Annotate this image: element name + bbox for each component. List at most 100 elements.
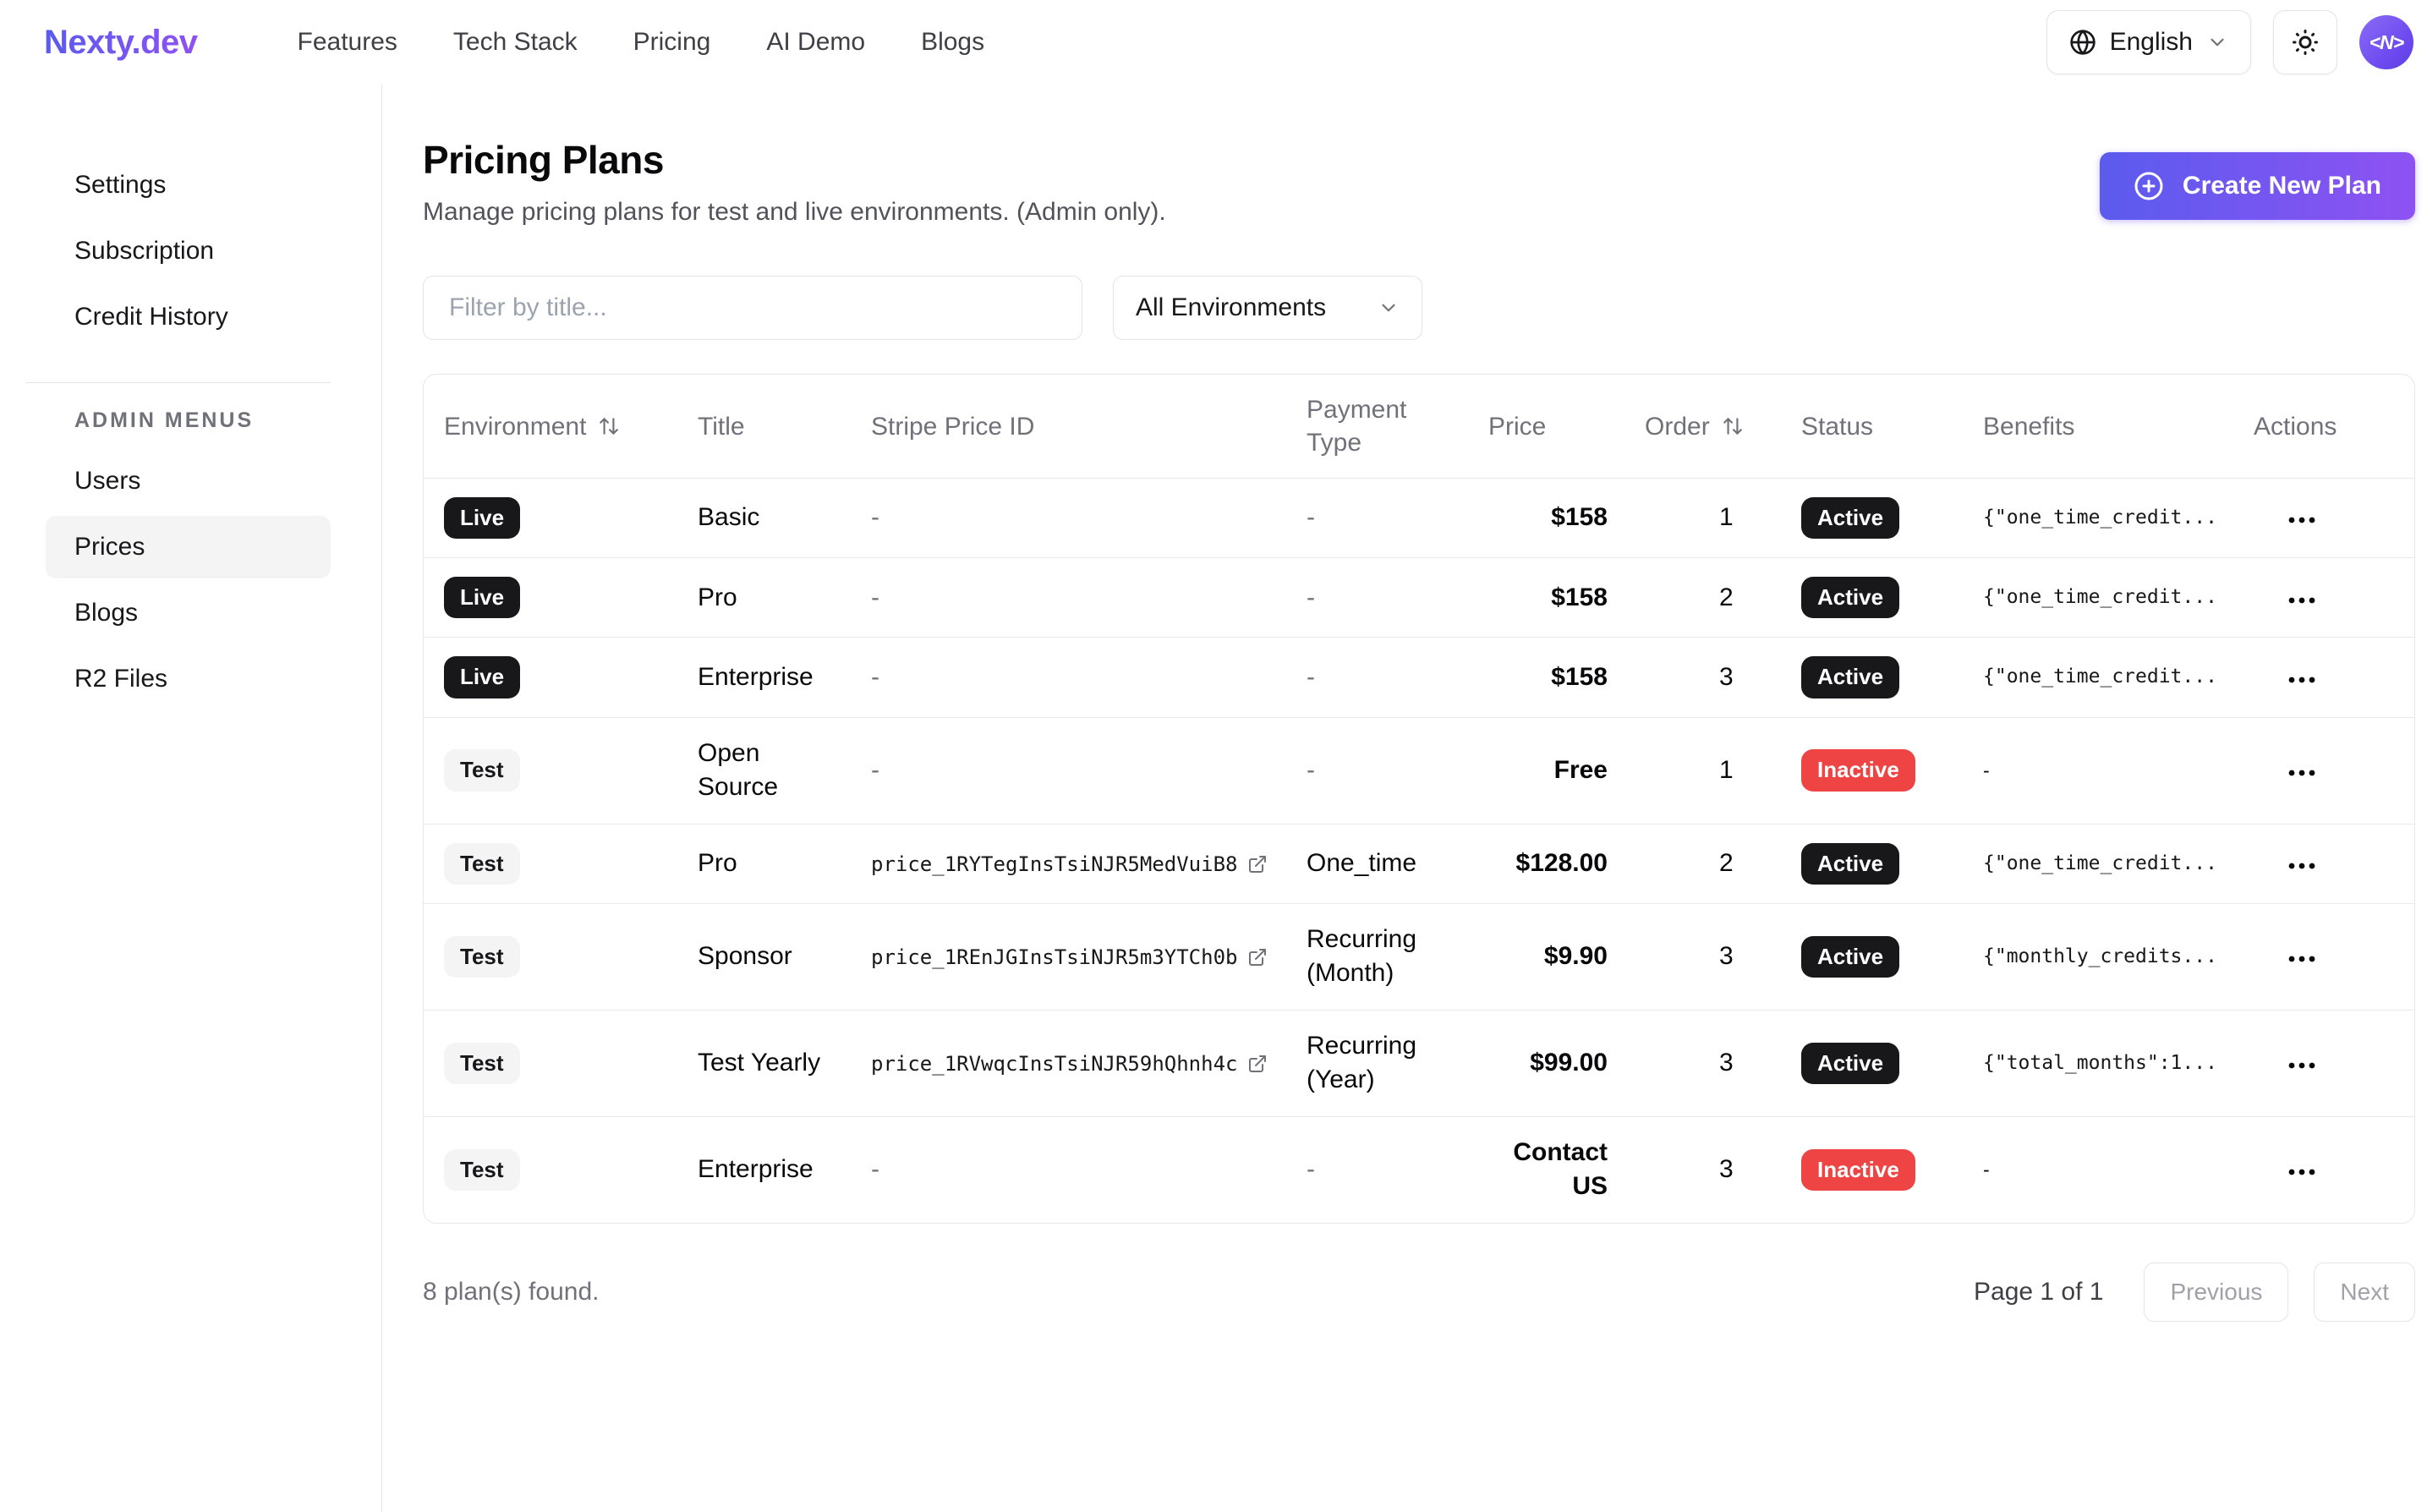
status-badge: Inactive <box>1801 1149 1915 1191</box>
nav-item-pricing[interactable]: Pricing <box>633 28 711 57</box>
theme-toggle-button[interactable] <box>2273 10 2337 74</box>
plan-title-cell: Enterprise <box>677 1116 851 1223</box>
nav-item-blogs[interactable]: Blogs <box>921 28 984 57</box>
status-badge: Inactive <box>1801 749 1915 791</box>
price-cell: $99.00 <box>1468 1010 1624 1116</box>
topbar: Nexty.dev Features Tech Stack Pricing AI… <box>0 0 2427 85</box>
payment-type-cell: One_time <box>1286 824 1468 903</box>
price-cell: Free <box>1468 717 1624 824</box>
page-title: Pricing Plans <box>423 137 1166 183</box>
plans-table-card: Environment Title Stripe Price ID Paymen… <box>423 374 2415 1224</box>
order-cell: 3 <box>1624 903 1781 1010</box>
stripe-price-id-cell: price_1RVwqcInsTsiNJR59hQhnh4c <box>871 1050 1237 1077</box>
previous-page-button[interactable]: Previous <box>2144 1263 2288 1322</box>
sidebar-divider <box>25 382 331 383</box>
environment-badge: Live <box>444 656 520 698</box>
row-actions-button[interactable] <box>2281 856 2323 876</box>
external-link-icon[interactable] <box>1247 947 1268 967</box>
table-row: Test Enterprise - - Contact US 3 Inactiv… <box>424 1116 2415 1223</box>
price-cell: $9.90 <box>1468 903 1624 1010</box>
page-subtitle: Manage pricing plans for test and live e… <box>423 198 1166 227</box>
plan-title-cell: Pro <box>677 558 851 638</box>
external-link-icon[interactable] <box>1247 854 1268 874</box>
filter-by-title-input[interactable] <box>423 276 1082 340</box>
sidebar-item-users[interactable]: Users <box>46 450 331 512</box>
create-new-plan-button[interactable]: Create New Plan <box>2100 152 2415 220</box>
stripe-price-id-cell: - <box>871 503 879 531</box>
sidebar-item-subscription[interactable]: Subscription <box>46 220 331 282</box>
row-actions-button[interactable] <box>2281 670 2323 690</box>
column-header-payment-type: Payment Type <box>1286 375 1468 479</box>
sidebar-section-label: ADMIN MENUS <box>74 408 381 433</box>
column-header-status: Status <box>1781 375 1963 479</box>
sidebar-item-credit-history[interactable]: Credit History <box>46 286 331 348</box>
environment-badge: Live <box>444 577 520 618</box>
environment-badge: Test <box>444 936 520 978</box>
status-badge: Active <box>1801 936 1899 978</box>
environment-select-value: All Environments <box>1136 293 1326 322</box>
price-cell: $158 <box>1468 558 1624 638</box>
sidebar-item-r2-files[interactable]: R2 Files <box>46 648 331 710</box>
benefits-cell: {"total_months":1... <box>1963 1010 2233 1116</box>
page-info: Page 1 of 1 <box>1974 1278 2103 1307</box>
column-header-title: Title <box>677 375 851 479</box>
status-badge: Active <box>1801 1043 1899 1084</box>
nav-item-tech-stack[interactable]: Tech Stack <box>453 28 578 57</box>
app-window: Nexty.dev Features Tech Stack Pricing AI… <box>0 0 2427 1512</box>
benefits-cell: - <box>1963 717 2233 824</box>
stripe-price-id-cell: - <box>871 1155 879 1183</box>
brand-logo[interactable]: Nexty.dev <box>44 24 198 62</box>
sidebar-item-prices[interactable]: Prices <box>46 516 331 578</box>
order-cell: 2 <box>1624 558 1781 638</box>
sidebar-item-blogs[interactable]: Blogs <box>46 582 331 644</box>
price-cell: $158 <box>1468 479 1624 558</box>
avatar[interactable]: <N> <box>2359 15 2413 69</box>
plan-title-cell: Basic <box>677 479 851 558</box>
sort-icon <box>598 415 620 437</box>
row-actions-button[interactable] <box>2281 510 2323 530</box>
row-actions-button[interactable] <box>2281 763 2323 783</box>
environment-badge: Test <box>444 843 520 885</box>
order-cell: 1 <box>1624 479 1781 558</box>
environment-badge: Live <box>444 497 520 539</box>
plan-title-cell: Enterprise <box>677 638 851 717</box>
globe-icon <box>2069 29 2096 56</box>
chevron-down-icon <box>1378 297 1400 319</box>
next-page-button[interactable]: Next <box>2314 1263 2415 1322</box>
environment-select[interactable]: All Environments <box>1113 276 1422 340</box>
payment-type-cell: - <box>1307 503 1315 531</box>
payment-type-cell: - <box>1307 663 1315 691</box>
stripe-price-id-cell: - <box>871 663 879 691</box>
row-actions-button[interactable] <box>2281 1055 2323 1076</box>
nav-item-ai-demo[interactable]: AI Demo <box>766 28 865 57</box>
plans-table: Environment Title Stripe Price ID Paymen… <box>424 375 2415 1223</box>
environment-badge: Test <box>444 1043 520 1084</box>
plan-title-cell: Sponsor <box>677 903 851 1010</box>
row-actions-button[interactable] <box>2281 1162 2323 1182</box>
status-badge: Active <box>1801 843 1899 885</box>
benefits-cell: {"one_time_credit... <box>1963 479 2233 558</box>
order-cell: 3 <box>1624 1116 1781 1223</box>
column-header-price: Price <box>1468 375 1624 479</box>
language-selector-button[interactable]: English <box>2046 10 2251 74</box>
order-cell: 1 <box>1624 717 1781 824</box>
status-badge: Active <box>1801 577 1899 618</box>
row-actions-button[interactable] <box>2281 949 2323 969</box>
price-cell: $128.00 <box>1468 824 1624 903</box>
sun-icon <box>2290 27 2320 58</box>
table-row: Test Sponsor price_1REnJGInsTsiNJR5m3YTC… <box>424 903 2415 1010</box>
external-link-icon[interactable] <box>1247 1054 1268 1074</box>
table-row: Live Pro - - $158 2 Active {"one_time_cr… <box>424 558 2415 638</box>
column-header-order[interactable]: Order <box>1624 375 1781 479</box>
plus-circle-icon <box>2134 171 2164 201</box>
row-actions-button[interactable] <box>2281 590 2323 611</box>
table-row: Test Test Yearly price_1RVwqcInsTsiNJR59… <box>424 1010 2415 1116</box>
payment-type-cell: - <box>1307 756 1315 784</box>
column-header-environment[interactable]: Environment <box>424 375 677 479</box>
sidebar-item-settings[interactable]: Settings <box>46 154 331 216</box>
stripe-price-id-cell: price_1REnJGInsTsiNJR5m3YTCh0b <box>871 944 1237 971</box>
benefits-cell: {"one_time_credit... <box>1963 638 2233 717</box>
environment-badge: Test <box>444 749 520 791</box>
nav-item-features[interactable]: Features <box>298 28 397 57</box>
language-label: English <box>2110 28 2193 57</box>
